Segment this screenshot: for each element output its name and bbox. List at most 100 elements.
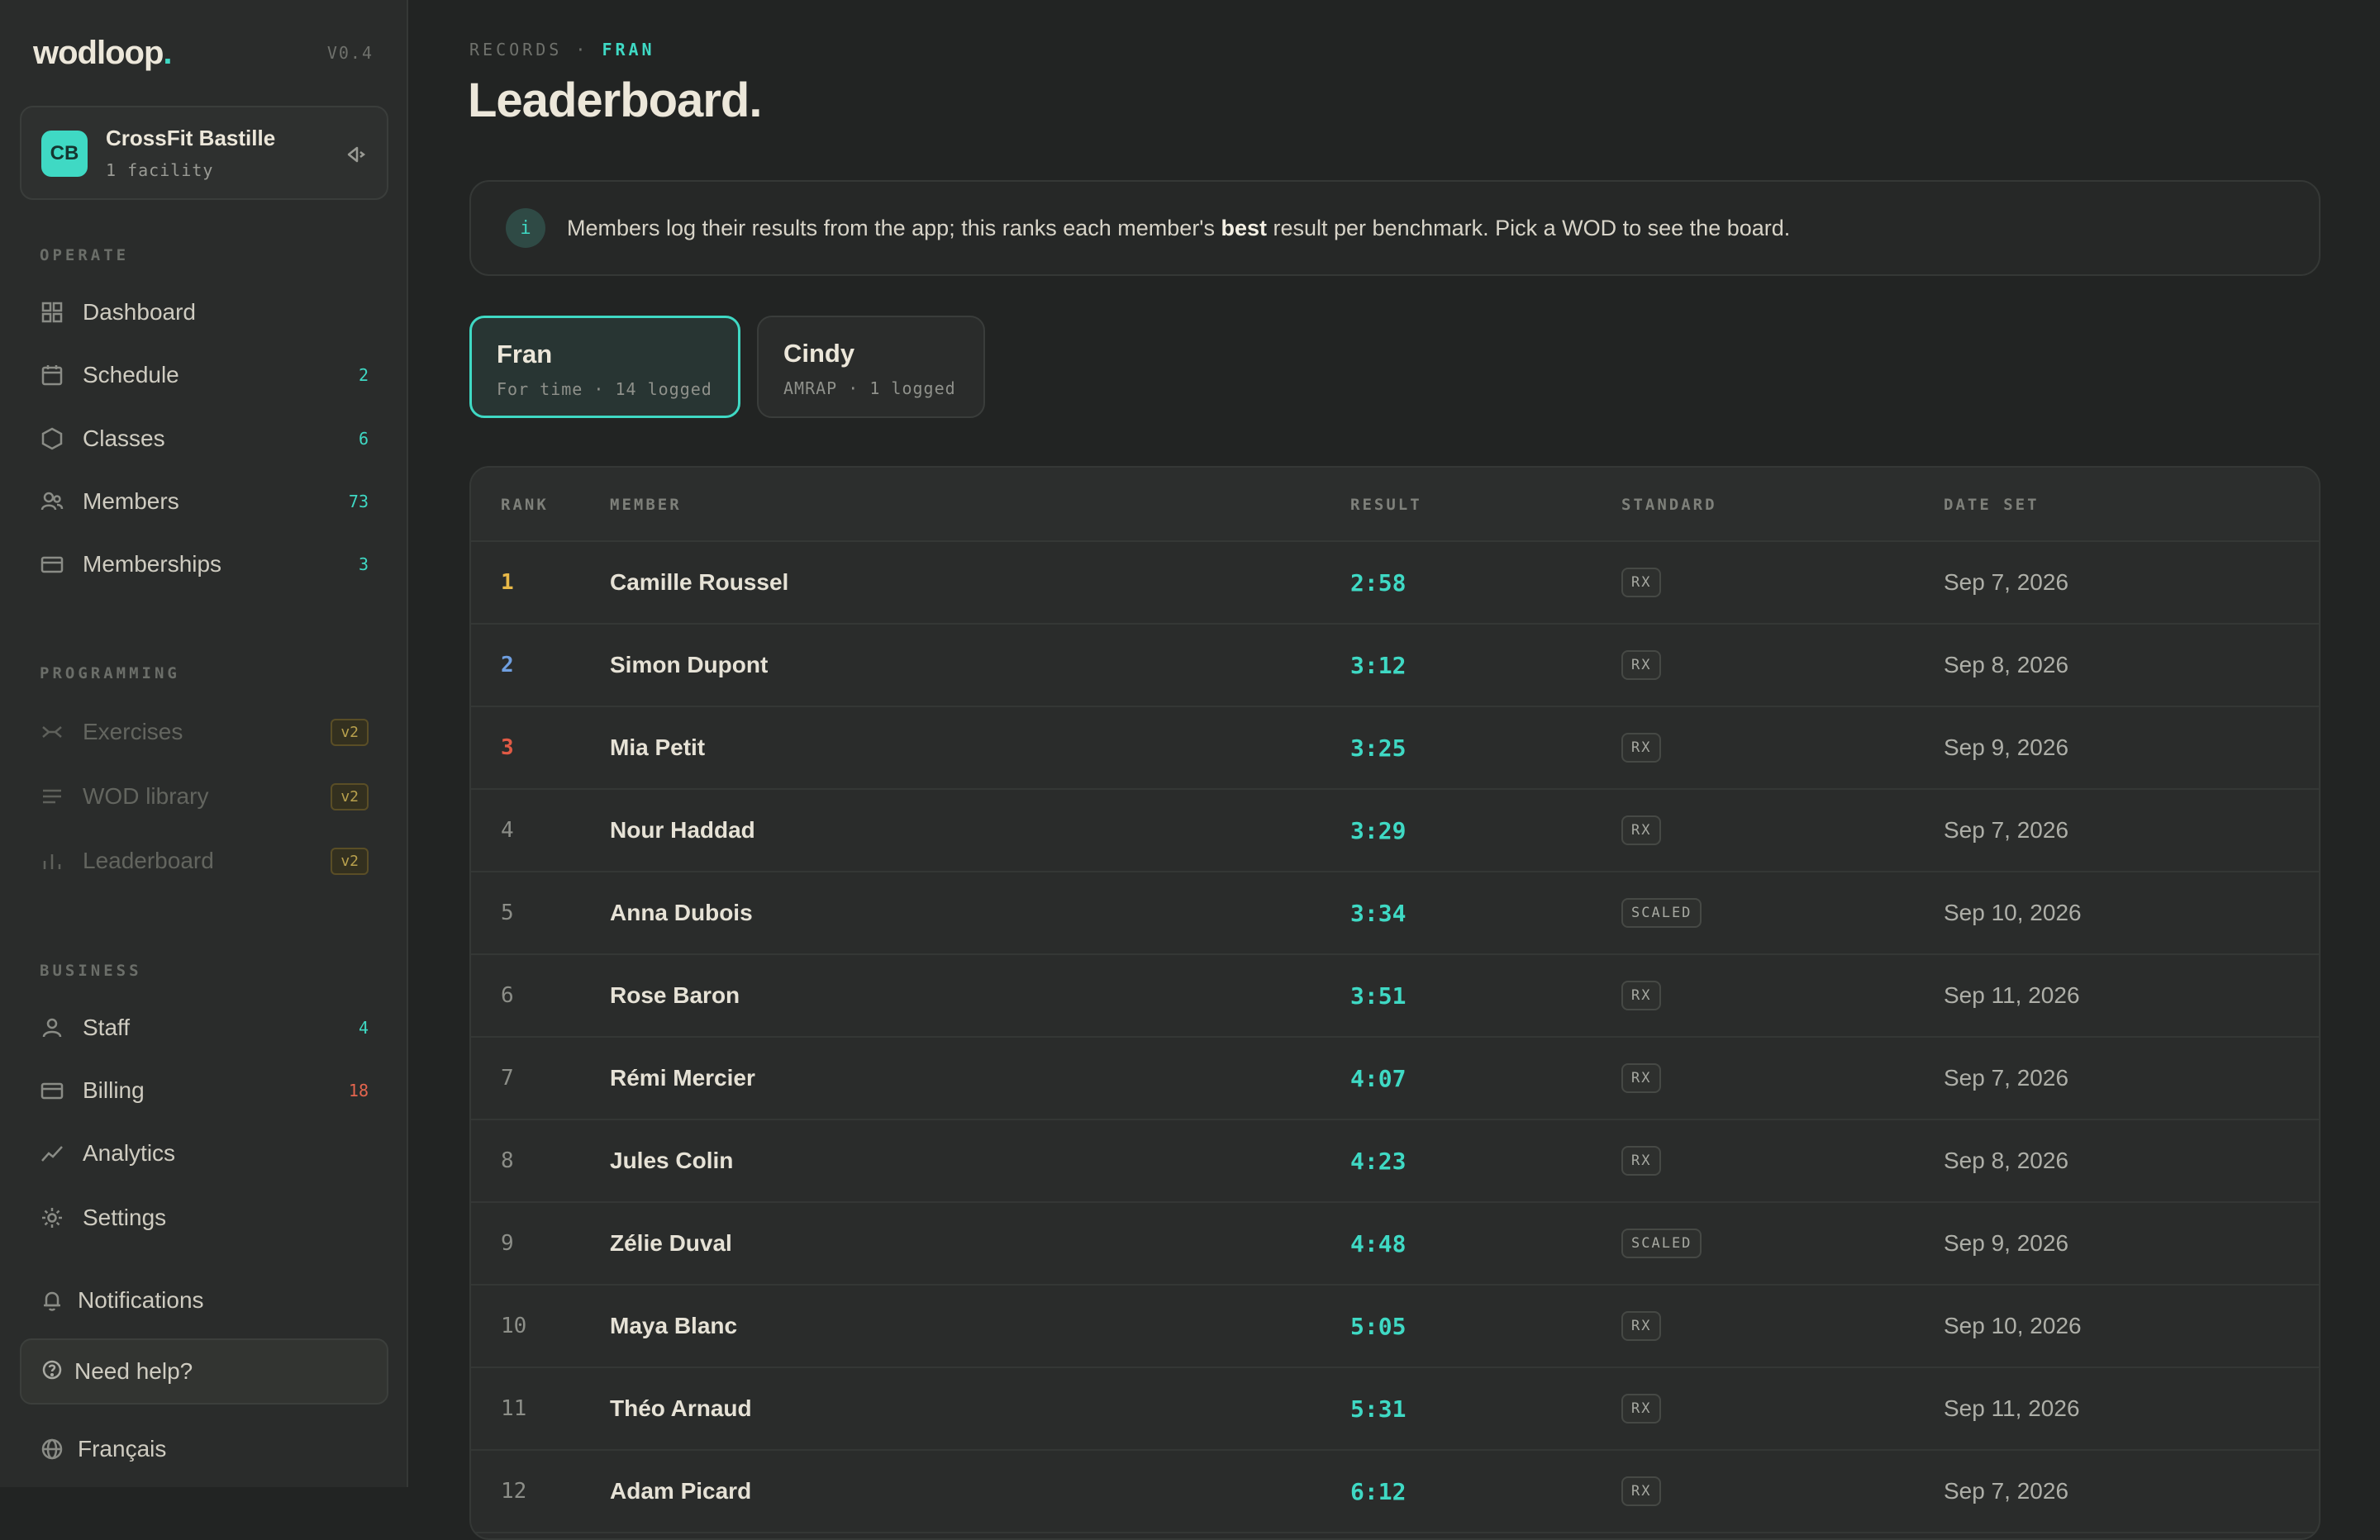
sidebar-item-dashboard[interactable]: Dashboard	[20, 288, 388, 337]
result-time: 3:51	[1350, 982, 1407, 1010]
sidebar-item-notifications[interactable]: Notifications	[20, 1276, 388, 1325]
globe-icon	[40, 1437, 64, 1462]
standard-badge: RX	[1621, 1063, 1662, 1093]
member-name[interactable]: Théo Arnaud	[610, 1368, 752, 1449]
table-row[interactable]: 1 Camille Roussel 2:58 RX Sep 7, 2026	[471, 542, 2319, 625]
user-icon	[40, 1015, 64, 1040]
hexagon-icon	[40, 426, 64, 451]
member-name[interactable]: Anna Dubois	[610, 872, 753, 953]
date-set: Sep 11, 2026	[1944, 982, 2080, 1008]
member-name[interactable]: Zélie Duval	[610, 1203, 732, 1284]
member-name[interactable]: Rose Baron	[610, 955, 740, 1036]
rank: 8	[501, 1148, 514, 1173]
sidebar-item-exercises[interactable]: Exercises v2	[20, 707, 388, 757]
wod-tab-cindy[interactable]: Cindy AMRAP · 1 logged	[757, 316, 985, 418]
rank: 5	[501, 901, 514, 925]
date-set: Sep 7, 2026	[1944, 1478, 2069, 1504]
result-time: 4:48	[1350, 1229, 1407, 1257]
breadcrumb: RECORDS · FRAN	[469, 40, 655, 59]
date-set: Sep 7, 2026	[1944, 569, 2069, 595]
table-row[interactable]: 2 Simon Dupont 3:12 RX Sep 8, 2026	[471, 625, 2319, 707]
sidebar-item-schedule[interactable]: Schedule 2	[20, 350, 388, 400]
rank: 3	[501, 735, 514, 760]
result-time: 6:12	[1350, 1477, 1407, 1505]
col-standard: STANDARD	[1621, 496, 1717, 514]
member-name[interactable]: Nour Haddad	[610, 790, 755, 871]
sidebar-item-billing[interactable]: Billing 18	[20, 1066, 388, 1115]
main-content: RECORDS · FRAN Leaderboard. i Members lo…	[408, 0, 2380, 1540]
help-icon	[41, 1359, 63, 1385]
breadcrumb-root[interactable]: RECORDS	[469, 40, 562, 59]
info-banner: i Members log their results from the app…	[469, 180, 2320, 276]
standard-badge: RX	[1621, 815, 1662, 845]
help-button[interactable]: Need help?	[20, 1338, 388, 1405]
date-set: Sep 10, 2026	[1944, 900, 2082, 925]
date-set: Sep 11, 2026	[1944, 1395, 2080, 1421]
sidebar-item-classes[interactable]: Classes 6	[20, 414, 388, 463]
member-name[interactable]: Adam Picard	[610, 1451, 751, 1532]
app-version: V0.4	[326, 43, 374, 63]
app-logo[interactable]: wodloop.	[33, 35, 173, 72]
table-row[interactable]: 12 Adam Picard 6:12 RX Sep 7, 2026	[471, 1451, 2319, 1533]
language-switcher[interactable]: Français	[20, 1424, 388, 1474]
result-time: 3:25	[1350, 734, 1407, 762]
standard-badge: RX	[1621, 650, 1662, 680]
users-icon	[40, 489, 64, 514]
date-set: Sep 9, 2026	[1944, 734, 2069, 760]
sidebar-item-wod-library[interactable]: WOD library v2	[20, 772, 388, 821]
table-row[interactable]: 5 Anna Dubois 3:34 SCALED Sep 10, 2026	[471, 872, 2319, 955]
calendar-icon	[40, 363, 64, 387]
sidebar-item-settings[interactable]: Settings	[20, 1193, 388, 1243]
info-text: Members log their results from the app; …	[567, 215, 1791, 240]
date-set: Sep 8, 2026	[1944, 652, 2069, 677]
result-time: 3:12	[1350, 651, 1407, 679]
list-icon	[40, 784, 64, 809]
date-set: Sep 9, 2026	[1944, 1230, 2069, 1256]
version-badge: v2	[331, 847, 369, 875]
section-business: BUSINESS	[40, 962, 142, 980]
sidebar-item-analytics[interactable]: Analytics	[20, 1129, 388, 1178]
standard-badge: RX	[1621, 733, 1662, 763]
col-rank: RANK	[501, 496, 549, 514]
sidebar-item-staff[interactable]: Staff 4	[20, 1003, 388, 1053]
rank: 2	[501, 653, 514, 677]
rank: 11	[501, 1396, 527, 1421]
grid-icon	[40, 300, 64, 325]
standard-badge: RX	[1621, 1311, 1662, 1341]
table-row[interactable]: 10 Maya Blanc 5:05 RX Sep 10, 2026	[471, 1286, 2319, 1368]
sidebar-item-memberships[interactable]: Memberships 3	[20, 539, 388, 589]
standard-badge: RX	[1621, 568, 1662, 597]
org-avatar: CB	[41, 131, 88, 177]
member-name[interactable]: Mia Petit	[610, 707, 705, 788]
member-name[interactable]: Rémi Mercier	[610, 1038, 755, 1119]
section-operate: OPERATE	[40, 246, 130, 264]
table-row[interactable]: 4 Nour Haddad 3:29 RX Sep 7, 2026	[471, 790, 2319, 872]
table-row[interactable]: 7 Rémi Mercier 4:07 RX Sep 7, 2026	[471, 1038, 2319, 1120]
member-name[interactable]: Simon Dupont	[610, 625, 768, 706]
table-row[interactable]: 6 Rose Baron 3:51 RX Sep 11, 2026	[471, 955, 2319, 1038]
rank: 9	[501, 1231, 514, 1256]
table-row[interactable]: 8 Jules Colin 4:23 RX Sep 8, 2026	[471, 1120, 2319, 1203]
breadcrumb-current: FRAN	[602, 40, 655, 59]
table-row[interactable]: 3 Mia Petit 3:25 RX Sep 9, 2026	[471, 707, 2319, 790]
collapse-sidebar-icon[interactable]	[340, 140, 369, 169]
table-row[interactable]: 11 Théo Arnaud 5:31 RX Sep 11, 2026	[471, 1368, 2319, 1451]
member-name[interactable]: Camille Roussel	[610, 542, 788, 623]
result-time: 2:58	[1350, 568, 1407, 597]
result-time: 5:31	[1350, 1395, 1407, 1423]
member-name[interactable]: Maya Blanc	[610, 1286, 737, 1367]
rank: 10	[501, 1314, 527, 1338]
info-icon: i	[506, 208, 545, 248]
org-switcher[interactable]: CB CrossFit Bastille 1 facility	[20, 106, 388, 200]
table-row[interactable]: 9 Zélie Duval 4:48 SCALED Sep 9, 2026	[471, 1203, 2319, 1286]
memberships-count: 3	[358, 554, 369, 574]
col-result: RESULT	[1350, 496, 1422, 514]
standard-badge: RX	[1621, 1146, 1662, 1176]
sidebar-item-members[interactable]: Members 73	[20, 477, 388, 526]
sidebar-item-leaderboard[interactable]: Leaderboard v2	[20, 836, 388, 886]
table-header: RANK MEMBER RESULT STANDARD DATE SET	[471, 468, 2319, 542]
member-name[interactable]: Jules Colin	[610, 1120, 733, 1201]
wod-tab-fran[interactable]: Fran For time · 14 logged	[469, 316, 740, 418]
trend-icon	[40, 1141, 64, 1166]
classes-count: 6	[358, 429, 369, 449]
